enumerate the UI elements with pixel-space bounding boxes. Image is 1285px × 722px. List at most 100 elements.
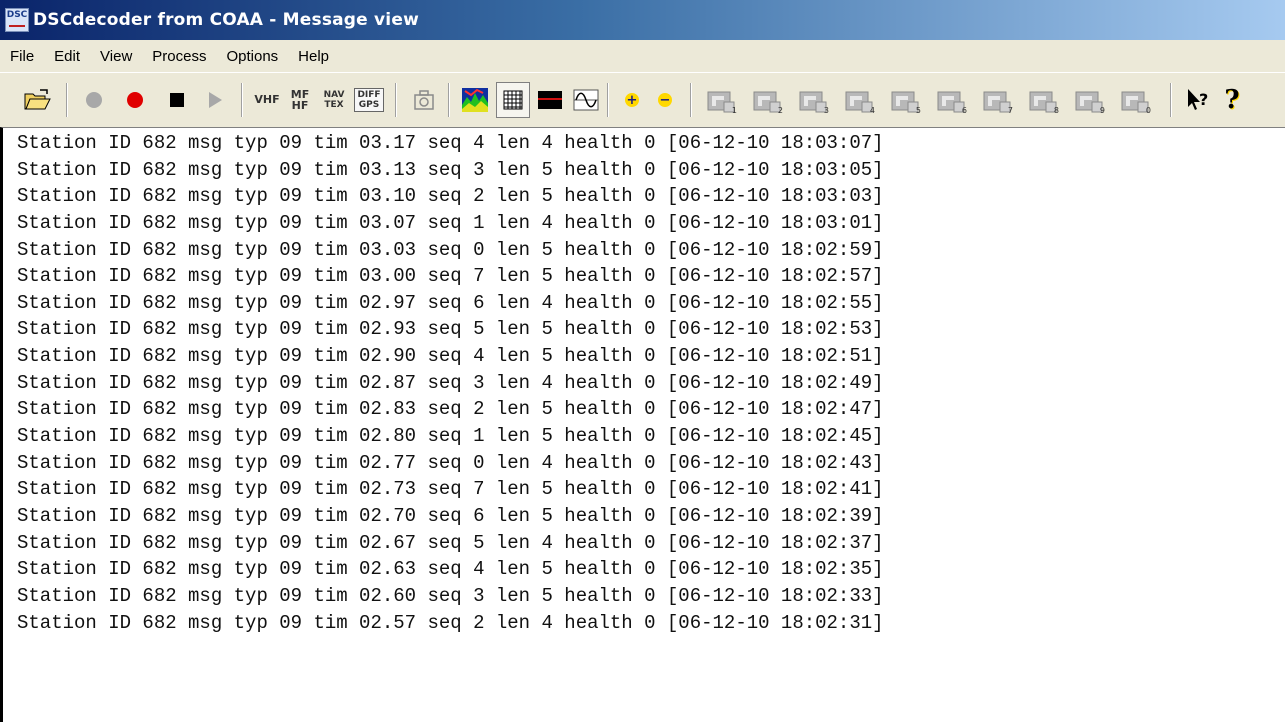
gps-label: GPS xyxy=(358,100,380,110)
stop-button[interactable] xyxy=(160,82,194,118)
channel-button-5[interactable]: 5 xyxy=(888,82,922,118)
zoom-out-button[interactable]: − xyxy=(648,82,682,118)
menu-options[interactable]: Options xyxy=(216,48,288,65)
channel-button-3[interactable]: 3 xyxy=(796,82,830,118)
stop-icon xyxy=(170,93,184,107)
message-view[interactable]: Station ID 682 msg typ 09 tim 03.17 seq … xyxy=(0,127,1285,722)
circle-grey-icon xyxy=(86,92,102,108)
menu-bar: File Edit View Process Options Help xyxy=(0,40,1285,73)
vhf-button[interactable]: VHF xyxy=(250,82,284,118)
channel-number: 3 xyxy=(823,106,829,115)
message-line: Station ID 682 msg typ 09 tim 02.97 seq … xyxy=(17,291,884,314)
waveform-button[interactable] xyxy=(569,82,603,118)
channel-number: 9 xyxy=(1099,106,1105,115)
hf-label: HF xyxy=(291,99,309,112)
message-line: Station ID 682 msg typ 09 tim 03.17 seq … xyxy=(17,132,884,154)
diff-gps-button[interactable]: DIFF GPS xyxy=(352,82,386,118)
channel-number: 5 xyxy=(915,106,921,115)
toolbar-separator xyxy=(395,83,397,117)
message-line: Station ID 682 msg typ 09 tim 03.00 seq … xyxy=(17,265,884,288)
svg-text:?: ? xyxy=(1199,90,1208,109)
channel-number: 6 xyxy=(961,106,967,115)
toolbar-separator xyxy=(241,83,243,117)
channel-button-0[interactable]: 0 xyxy=(1118,82,1152,118)
channel-number: 0 xyxy=(1145,106,1151,115)
tex-label: TEX xyxy=(324,100,344,110)
message-line: Station ID 682 msg typ 09 tim 02.73 seq … xyxy=(17,478,884,501)
channel-number: 4 xyxy=(869,106,875,115)
menu-process[interactable]: Process xyxy=(142,48,216,65)
message-line: Station ID 682 msg typ 09 tim 02.57 seq … xyxy=(17,611,884,634)
message-line: Station ID 682 msg typ 09 tim 02.63 seq … xyxy=(17,558,884,581)
channel-number: 2 xyxy=(777,106,783,115)
record-icon xyxy=(127,92,143,108)
app-icon-label: DSC xyxy=(6,10,28,20)
channel-number: 8 xyxy=(1053,106,1059,115)
plus-sign: + xyxy=(626,92,638,108)
app-icon: DSC xyxy=(5,8,29,32)
pointer-help-icon: ? xyxy=(1188,89,1208,110)
channel-button-8[interactable]: 8 xyxy=(1026,82,1060,118)
channel-button-2[interactable]: 2 xyxy=(750,82,784,118)
record-button[interactable] xyxy=(118,82,152,118)
waterfall-button[interactable] xyxy=(533,82,567,118)
message-line: Station ID 682 msg typ 09 tim 03.07 seq … xyxy=(17,211,884,234)
message-line: Station ID 682 msg typ 09 tim 03.13 seq … xyxy=(17,158,884,181)
channel-number: 7 xyxy=(1007,106,1013,115)
message-line: Station ID 682 msg typ 09 tim 02.67 seq … xyxy=(17,531,884,554)
message-line: Station ID 682 msg typ 09 tim 02.80 seq … xyxy=(17,425,884,448)
channel-button-7[interactable]: 7 xyxy=(980,82,1014,118)
diff-label: DIFF xyxy=(357,90,381,100)
menu-file[interactable]: File xyxy=(0,48,44,65)
toolbar-separator xyxy=(66,83,68,117)
spectrum-icon xyxy=(462,88,488,112)
mf-hf-button[interactable]: MF HF xyxy=(283,82,317,118)
camera-icon xyxy=(414,90,434,110)
channel-button-9[interactable]: 9 xyxy=(1072,82,1106,118)
help-button[interactable]: ? xyxy=(1215,82,1249,118)
grid-icon xyxy=(503,90,523,110)
toolbar-separator xyxy=(1170,83,1172,117)
idle-button[interactable] xyxy=(77,82,111,118)
waveform-icon xyxy=(573,89,599,111)
vhf-label: VHF xyxy=(254,93,280,106)
message-line: Station ID 682 msg typ 09 tim 03.03 seq … xyxy=(17,238,884,261)
menu-help[interactable]: Help xyxy=(288,48,339,65)
message-line: Station ID 682 msg typ 09 tim 03.10 seq … xyxy=(17,185,884,208)
nav-label: NAV xyxy=(323,90,345,100)
menu-edit[interactable]: Edit xyxy=(44,48,90,65)
menu-view[interactable]: View xyxy=(90,48,142,65)
message-line: Station ID 682 msg typ 09 tim 02.93 seq … xyxy=(17,318,884,341)
minus-sign: − xyxy=(659,92,671,108)
message-line: Station ID 682 msg typ 09 tim 02.77 seq … xyxy=(17,451,884,474)
context-help-button[interactable]: ? xyxy=(1180,82,1214,118)
zoom-in-button[interactable]: + xyxy=(615,82,649,118)
channel-button-6[interactable]: 6 xyxy=(934,82,968,118)
message-line: Station ID 682 msg typ 09 tim 02.90 seq … xyxy=(17,345,884,368)
navtex-button[interactable]: NAV TEX xyxy=(317,82,351,118)
title-bar: DSC DSCdecoder from COAA - Message view xyxy=(0,0,1285,40)
window-title: DSCdecoder from COAA - Message view xyxy=(33,10,419,30)
spectrum-button[interactable] xyxy=(458,82,492,118)
toolbar-separator xyxy=(690,83,692,117)
play-button[interactable] xyxy=(198,82,232,118)
diff-gps-label: DIFF GPS xyxy=(354,88,384,112)
channel-number: 1 xyxy=(731,106,737,115)
toolbar: VHF MF HF NAV TEX DIFF GPS + − 1 2 3 4 5… xyxy=(0,72,1285,128)
navtex-label: NAV TEX xyxy=(324,90,345,110)
message-line: Station ID 682 msg typ 09 tim 02.83 seq … xyxy=(17,398,884,421)
capture-button[interactable] xyxy=(407,82,441,118)
help-icon: ? xyxy=(1224,85,1240,115)
app-window: DSC DSCdecoder from COAA - Message view … xyxy=(0,0,1285,722)
open-file-button[interactable] xyxy=(20,82,54,118)
channel-button-4[interactable]: 4 xyxy=(842,82,876,118)
message-list: Station ID 682 msg typ 09 tim 03.17 seq … xyxy=(3,128,1285,636)
play-icon xyxy=(209,92,222,108)
message-line: Station ID 682 msg typ 09 tim 02.70 seq … xyxy=(17,504,884,527)
text-view-button[interactable] xyxy=(496,82,530,118)
channel-button-1[interactable]: 1 xyxy=(704,82,738,118)
waterfall-icon xyxy=(538,91,562,109)
toolbar-separator xyxy=(448,83,450,117)
message-line: Station ID 682 msg typ 09 tim 02.60 seq … xyxy=(17,584,884,607)
folder-open-icon xyxy=(24,89,51,110)
